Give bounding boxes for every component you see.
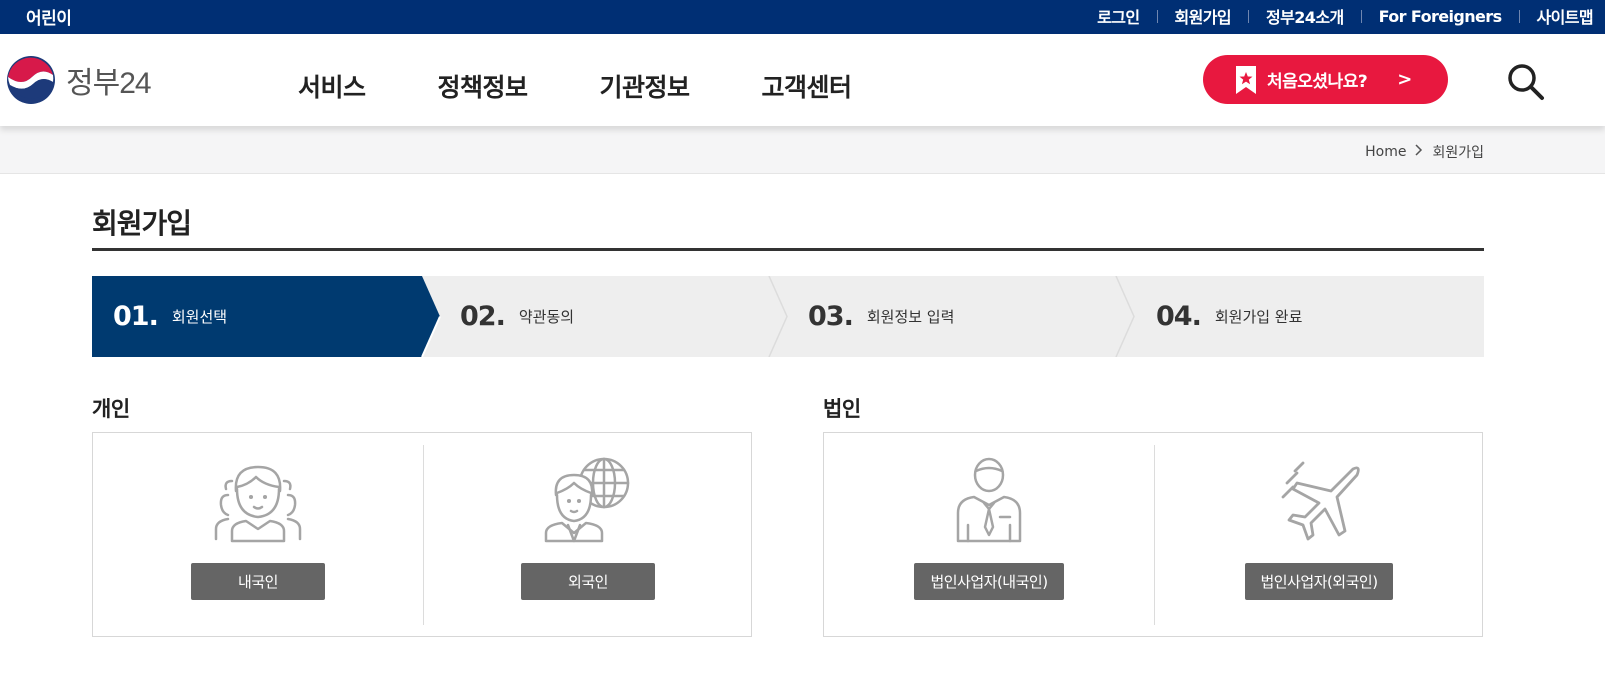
divider (1360, 9, 1362, 23)
group-people-icon (214, 465, 302, 543)
page-title: 회원가입 (92, 207, 192, 240)
nav-policy-info[interactable]: 정책정보 (438, 68, 529, 104)
utility-links: 로그인 회원가입 정부24소개 For Foreigners 사이트맵 (1097, 4, 1593, 28)
divider (1156, 9, 1158, 23)
sitemap-link[interactable]: 사이트맵 (1537, 4, 1594, 28)
login-link[interactable]: 로그인 (1097, 4, 1140, 28)
corporate-section-title: 법인 (823, 397, 861, 421)
nav-customer-center[interactable]: 고객센터 (762, 68, 853, 104)
signup-link[interactable]: 회원가입 (1175, 4, 1232, 28)
step-number: 03. (808, 301, 854, 332)
nav-agency-info[interactable]: 기관정보 (600, 68, 691, 104)
corporate-domestic-option[interactable]: 법인사업자(내국인) (824, 433, 1154, 638)
kids-link[interactable]: 어린이 (26, 4, 72, 29)
main-header: 정부24 서비스 정책정보 기관정보 고객센터 처음오셨나요? > (0, 34, 1605, 126)
breadcrumb-current: 회원가입 (1432, 145, 1484, 161)
businessman-icon (956, 457, 1022, 543)
search-button[interactable] (1506, 62, 1546, 102)
step-3: 03. 회원정보 입력 (808, 276, 954, 357)
foreigner-option[interactable]: 외국인 (423, 433, 753, 638)
corporate-foreign-button[interactable]: 법인사업자(외국인) (1245, 563, 1393, 600)
for-foreigners-link[interactable]: For Foreigners (1379, 7, 1503, 26)
airplane-icon (1281, 461, 1360, 541)
taegeuk-emblem-icon (7, 56, 55, 104)
chevron-right-icon (1415, 144, 1423, 160)
breadcrumb: Home 회원가입 (1365, 142, 1484, 162)
domestic-option[interactable]: 내국인 (93, 433, 423, 638)
personal-section-title: 개인 (92, 397, 130, 421)
step-label: 회원정보 입력 (866, 308, 955, 326)
corporate-foreign-option[interactable]: 법인사업자(외국인) (1154, 433, 1484, 638)
step-2: 02. 약관동의 (460, 276, 574, 357)
about-link[interactable]: 정부24소개 (1266, 4, 1344, 28)
step-number: 02. (460, 301, 506, 332)
first-visit-label: 처음오셨나요? (1267, 72, 1368, 92)
step-label: 회원가입 완료 (1214, 308, 1303, 326)
logo-text: 정부24 (66, 67, 152, 100)
step-number: 04. (1156, 301, 1202, 332)
divider (1518, 9, 1520, 23)
personal-options: 내국인 외국인 (92, 432, 752, 637)
step-label: 약관동의 (518, 308, 575, 326)
nav-services[interactable]: 서비스 (298, 68, 366, 104)
gov24-logo[interactable]: 정부24 (6, 55, 152, 105)
step-number: 01. (113, 301, 159, 332)
bookmark-star-icon (1236, 65, 1256, 94)
breadcrumb-home[interactable]: Home (1365, 144, 1406, 160)
signup-steps: 01. 회원선택 02. 약관동의 03. 회원정보 입력 04. 회원가입 완… (92, 276, 1484, 357)
foreigner-button[interactable]: 외국인 (521, 563, 655, 600)
foreigner-globe-icon (544, 457, 630, 543)
first-visit-button[interactable]: 처음오셨나요? > (1203, 55, 1448, 104)
divider (1248, 9, 1250, 23)
chevron-right-icon: > (1397, 69, 1413, 90)
domestic-button[interactable]: 내국인 (191, 563, 325, 600)
corporate-options: 법인사업자(내국인) 법인사업자(외국인) (823, 432, 1483, 637)
step-4: 04. 회원가입 완료 (1156, 276, 1302, 357)
top-utility-bar: 어린이 로그인 회원가입 정부24소개 For Foreigners 사이트맵 (0, 0, 1605, 34)
step-1: 01. 회원선택 (113, 276, 227, 357)
step-label: 회원선택 (171, 308, 228, 326)
corporate-domestic-button[interactable]: 법인사업자(내국인) (914, 563, 1064, 600)
breadcrumb-bar: Home 회원가입 (0, 126, 1605, 174)
title-underline (92, 248, 1484, 251)
global-nav: 서비스 정책정보 기관정보 고객센터 (298, 68, 924, 104)
search-icon (1508, 64, 1544, 100)
